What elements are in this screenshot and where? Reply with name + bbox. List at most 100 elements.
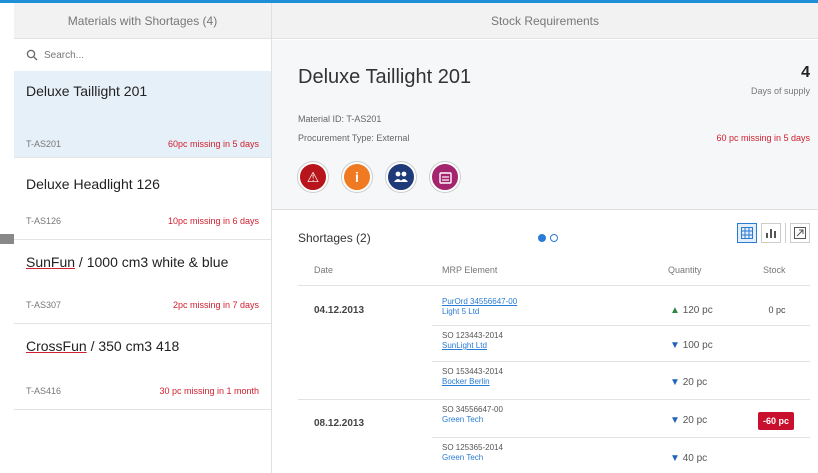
decrease-arrow-icon: ▼ — [670, 377, 680, 388]
column-header-mrp[interactable]: MRP Element — [442, 265, 497, 275]
mrp-partner-link[interactable]: Bocker Berlin — [442, 377, 490, 386]
qty-value: 20 pc — [682, 415, 708, 426]
page-dot-active[interactable] — [538, 234, 546, 242]
calendar-icon[interactable] — [430, 162, 460, 192]
mrp-doc: SO 123443-2014 — [442, 331, 503, 340]
row-stock: 0 pc — [768, 305, 786, 315]
list-item-deluxe-taillight[interactable]: Deluxe Taillight 201 T-AS201 60pc missin… — [14, 71, 271, 158]
shortages-table: Shortages (2) Date MRP Element Quantity … — [272, 211, 818, 473]
search-placeholder: Search... — [44, 49, 85, 61]
row-date: 08.12.2013 — [314, 418, 365, 429]
column-header-quantity[interactable]: Quantity — [668, 265, 702, 275]
mrp-partner[interactable]: Bocker Berlin — [442, 377, 503, 387]
list-item-deluxe-headlight[interactable]: Deluxe Headlight 126 T-AS126 10pc missin… — [14, 158, 271, 240]
decrease-arrow-icon: ▼ — [670, 453, 680, 464]
icon-tab-bar: ⚠ i — [298, 162, 460, 192]
table-title: Shortages (2) — [298, 231, 371, 245]
decrease-arrow-icon: ▼ — [670, 415, 680, 426]
list-item-title-brand: CrossFun — [26, 338, 87, 354]
qty-value: 120 pc — [682, 305, 713, 316]
mrp-doc: SO 34556647-00 — [442, 405, 503, 414]
master-list-panel: Materials with Shortages (4) Search... D… — [14, 3, 272, 473]
list-item-sunfun[interactable]: SunFun / 1000 cm3 white & blue T-AS307 2… — [14, 240, 271, 324]
mrp-element[interactable]: SO 125365-2014 Green Tech — [442, 443, 503, 463]
search-icon — [26, 49, 38, 61]
days-of-supply-label: Days of supply — [750, 86, 810, 96]
mrp-element[interactable]: SO 123443-2014 SunLight Ltd — [442, 331, 503, 351]
object-title: Deluxe Taillight 201 — [298, 66, 472, 88]
mrp-doc[interactable]: PurOrd 34556647-00 — [442, 297, 517, 307]
people-icon[interactable] — [386, 162, 416, 192]
days-of-supply-number: 4 — [801, 64, 810, 81]
divider — [432, 361, 810, 362]
object-header: Deluxe Taillight 201 4 Days of supply Ma… — [272, 40, 818, 210]
alert-icon[interactable]: ⚠ — [298, 162, 328, 192]
mrp-doc: SO 125365-2014 — [442, 443, 503, 452]
list-item-id: T-AS201 — [26, 139, 62, 149]
list-item-missing: 2pc missing in 7 days — [172, 300, 259, 310]
row-quantity: ▲ 120 pc — [670, 305, 730, 316]
increase-arrow-icon: ▲ — [670, 305, 680, 316]
list-item-title: Deluxe Headlight 126 — [26, 176, 160, 192]
mrp-partner[interactable]: Green Tech — [442, 453, 503, 463]
row-quantity: ▼ 40 pc — [670, 453, 730, 464]
mrp-partner[interactable]: SunLight Ltd — [442, 341, 503, 351]
divider — [298, 285, 810, 286]
row-date: 04.12.2013 — [314, 305, 365, 316]
row-quantity: ▼ 100 pc — [670, 340, 730, 351]
bar-chart-icon — [766, 229, 776, 238]
list-item-id: T-AS126 — [26, 216, 62, 226]
calendar-glyph — [438, 171, 452, 184]
qty-value: 20 pc — [682, 377, 708, 388]
list-item-title-rest: / 1000 cm3 white & blue — [75, 254, 229, 270]
divider — [785, 223, 786, 243]
fullscreen-button[interactable] — [790, 223, 810, 243]
list-item-title: SunFun / 1000 cm3 white & blue — [14, 240, 271, 270]
carousel-indicator[interactable] — [538, 234, 558, 242]
list-item-missing: 60pc missing in 5 days — [167, 139, 259, 149]
qty-value: 100 pc — [682, 340, 713, 351]
mrp-element[interactable]: PurOrd 34556647-00 Light 5 Ltd — [442, 297, 517, 317]
mrp-partner[interactable]: Light 5 Ltd — [442, 307, 517, 317]
mrp-element[interactable]: SO 34556647-00 Green Tech — [442, 405, 503, 425]
page-dot[interactable] — [550, 234, 558, 242]
material-id-attribute: Material ID: T-AS201 — [298, 114, 382, 124]
master-list-header: Materials with Shortages (4) — [14, 3, 271, 39]
mrp-partner[interactable]: Green Tech — [442, 415, 503, 425]
list-item-missing: 30 pc missing in 1 month — [159, 386, 259, 396]
list-item-title: Deluxe Taillight 201 — [26, 83, 148, 99]
search-field[interactable]: Search... — [14, 39, 271, 71]
list-item-title-brand: SunFun — [26, 254, 76, 270]
missing-status: 60 pc missing in 5 days — [716, 133, 810, 143]
mrp-doc: SO 153443-2014 — [442, 367, 503, 376]
divider — [432, 325, 810, 326]
mrp-partner-link[interactable]: SunLight Ltd — [442, 341, 487, 350]
negative-stock-badge: -60 pc — [758, 412, 794, 430]
mrp-doc-link[interactable]: PurOrd 34556647-00 — [442, 297, 517, 306]
list-item-missing: 10pc missing in 6 days — [167, 216, 259, 226]
divider — [298, 399, 810, 400]
list-item-title: CrossFun / 350 cm3 418 — [14, 324, 271, 354]
list-item-id: T-AS416 — [26, 386, 62, 396]
decrease-arrow-icon: ▼ — [670, 340, 680, 351]
table-view-button[interactable] — [737, 223, 757, 243]
panel-edge-marker — [0, 234, 14, 244]
list-item-title-rest: / 350 cm3 418 — [86, 338, 180, 354]
detail-panel: Stock Requirements Deluxe Taillight 201 … — [272, 3, 818, 473]
procurement-type-attribute: Procurement Type: External — [298, 133, 410, 143]
column-header-stock[interactable]: Stock — [763, 265, 786, 275]
view-switch — [737, 223, 810, 243]
qty-value: 40 pc — [682, 453, 708, 464]
people-glyph — [394, 171, 408, 182]
row-quantity: ▼ 20 pc — [670, 377, 730, 388]
info-icon[interactable]: i — [342, 162, 372, 192]
mrp-element[interactable]: SO 153443-2014 Bocker Berlin — [442, 367, 503, 387]
expand-icon — [794, 227, 806, 239]
divider — [432, 437, 810, 438]
chart-view-button[interactable] — [761, 223, 781, 243]
list-item-crossfun[interactable]: CrossFun / 350 cm3 418 T-AS416 30 pc mis… — [14, 324, 271, 410]
row-quantity: ▼ 20 pc — [670, 415, 730, 426]
column-header-date[interactable]: Date — [314, 265, 333, 275]
table-grid-icon — [741, 227, 753, 239]
list-item-id: T-AS307 — [26, 300, 62, 310]
